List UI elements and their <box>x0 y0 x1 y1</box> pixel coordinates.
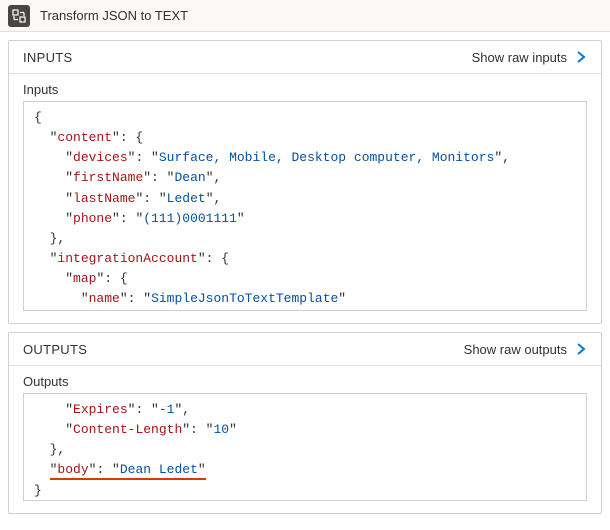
outputs-panel-body: Outputs "Expires": "-1", "Content-Length… <box>9 366 601 513</box>
show-raw-inputs-label: Show raw inputs <box>472 50 567 65</box>
inputs-json-scroll[interactable]: { "content": { "devices": "Surface, Mobi… <box>24 102 586 310</box>
outputs-json-box: "Expires": "-1", "Content-Length": "10" … <box>23 393 587 501</box>
chevron-right-icon <box>573 341 589 357</box>
show-raw-outputs-button[interactable]: Show raw outputs <box>464 341 589 357</box>
outputs-panel-header: OUTPUTS Show raw outputs <box>9 333 601 366</box>
outputs-json-code: "Expires": "-1", "Content-Length": "10" … <box>34 400 576 500</box>
inputs-panel-header: INPUTS Show raw inputs <box>9 41 601 74</box>
outputs-json-scroll[interactable]: "Expires": "-1", "Content-Length": "10" … <box>24 394 586 500</box>
outputs-panel: OUTPUTS Show raw outputs Outputs "Expire… <box>8 332 602 514</box>
outputs-sub-label: Outputs <box>23 374 587 389</box>
inputs-json-code: { "content": { "devices": "Surface, Mobi… <box>34 108 576 309</box>
inputs-json-box: { "content": { "devices": "Surface, Mobi… <box>23 101 587 311</box>
show-raw-inputs-button[interactable]: Show raw inputs <box>472 49 589 65</box>
inputs-caption: INPUTS <box>23 50 72 65</box>
chevron-right-icon <box>573 49 589 65</box>
inputs-panel: INPUTS Show raw inputs Inputs { "content… <box>8 40 602 324</box>
titlebar: Transform JSON to TEXT <box>0 0 610 32</box>
page-title: Transform JSON to TEXT <box>40 8 188 23</box>
transform-icon <box>8 5 30 27</box>
content-area: INPUTS Show raw inputs Inputs { "content… <box>0 32 610 530</box>
inputs-panel-body: Inputs { "content": { "devices": "Surfac… <box>9 74 601 323</box>
show-raw-outputs-label: Show raw outputs <box>464 342 567 357</box>
inputs-sub-label: Inputs <box>23 82 587 97</box>
outputs-caption: OUTPUTS <box>23 342 87 357</box>
